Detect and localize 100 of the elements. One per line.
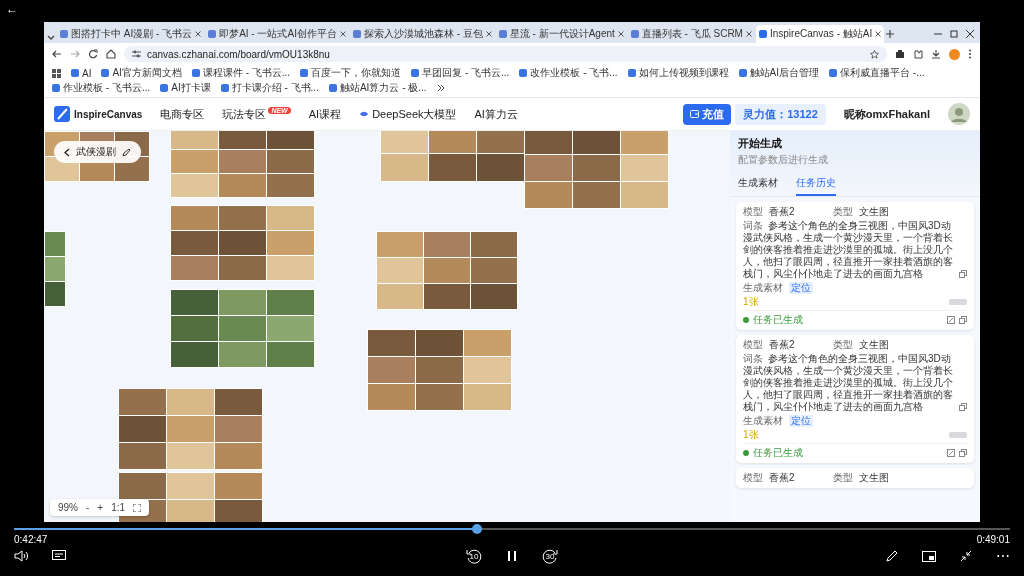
rewind-button[interactable]: 10 — [465, 547, 483, 565]
minimize-icon[interactable] — [934, 30, 942, 38]
download-icon[interactable] — [931, 49, 941, 59]
browser-tab[interactable]: 星流 - 新一代设计Agent — [495, 25, 627, 43]
photo-placeholder — [219, 290, 266, 315]
copy-icon[interactable] — [959, 316, 967, 324]
edit-icon[interactable] — [947, 449, 955, 457]
panel-title: 开始生成 — [738, 136, 783, 151]
bookmark[interactable]: 如何上传视频到课程 — [627, 66, 729, 80]
close-icon[interactable] — [875, 31, 882, 37]
bookmark[interactable]: 作业模板 - 飞书云... — [52, 81, 151, 95]
close-icon[interactable] — [745, 31, 752, 37]
bookmark[interactable]: 百度一下，你就知道 — [300, 66, 402, 80]
bookmark[interactable]: AI打卡课 — [160, 81, 211, 95]
bookmark[interactable]: 触站AI后台管理 — [738, 66, 820, 80]
bookmark[interactable]: 保利威直播平台 -... — [829, 66, 925, 80]
photo-placeholder — [167, 389, 214, 415]
chevron-icon[interactable] — [436, 84, 445, 92]
close-icon[interactable] — [485, 31, 492, 37]
home-icon[interactable] — [106, 49, 116, 59]
photo-placeholder — [267, 174, 314, 197]
browser-tab[interactable]: 图搭打卡中 AI漫剧 - 飞书云 — [57, 25, 205, 43]
forward-button[interactable]: 30 — [541, 547, 559, 565]
photo-placeholder — [267, 290, 314, 315]
browser-tab[interactable]: 直播列表 - 飞瓜 SCRM — [627, 25, 755, 43]
captions-icon[interactable] — [52, 550, 66, 562]
photo-placeholder — [215, 389, 262, 415]
nav-link[interactable]: AI课程 — [308, 106, 342, 122]
browser-tab[interactable]: InspireCanvas - 触站AI — [755, 25, 885, 43]
volume-icon[interactable] — [14, 550, 28, 562]
browser-tab[interactable]: 即梦AI - 一站式AI创作平台 — [205, 25, 349, 43]
bookmark[interactable]: AI官方新闻文档 — [101, 66, 182, 80]
field-label: 模型 — [743, 206, 763, 218]
nav-link[interactable]: DeepSeek大模型 — [359, 106, 457, 122]
photo-placeholder — [267, 231, 314, 255]
puzzle-icon[interactable] — [913, 49, 923, 59]
copy-icon[interactable] — [959, 270, 967, 278]
copy-icon[interactable] — [959, 449, 967, 457]
photo-placeholder — [45, 282, 65, 306]
close-icon[interactable] — [966, 30, 974, 38]
bookmark[interactable]: 课程课件 - 飞书云... — [191, 66, 291, 80]
photo-placeholder — [219, 342, 266, 367]
tune-icon — [132, 50, 141, 58]
forward-arrow-icon — [541, 547, 559, 565]
panel-tab[interactable]: 生成素材 — [738, 173, 778, 196]
status-dot — [743, 450, 749, 456]
bookmark[interactable]: 打卡课介绍 - 飞书... — [220, 81, 319, 95]
bookmark[interactable]: 改作业模板 - 飞书... — [519, 66, 618, 80]
photo-placeholder — [429, 131, 476, 153]
photo-placeholder — [219, 231, 266, 255]
fullscreen-icon[interactable] — [133, 503, 142, 512]
shrink-icon[interactable] — [960, 550, 972, 562]
pause-icon[interactable] — [507, 550, 517, 562]
close-icon[interactable] — [339, 31, 346, 37]
recharge-button[interactable]: 充值 — [683, 103, 732, 125]
back-icon[interactable] — [52, 49, 62, 59]
more-button[interactable]: ⋯ — [996, 548, 1010, 564]
photo-placeholder — [464, 330, 511, 356]
edit-icon — [122, 147, 131, 157]
maximize-icon[interactable] — [950, 30, 958, 38]
pen-icon[interactable] — [886, 550, 898, 562]
board-title-button[interactable]: 武侠漫剧 — [54, 141, 141, 163]
nav-link[interactable]: AI算力云 — [474, 106, 518, 122]
progress-thumb[interactable] — [472, 524, 483, 534]
menu-icon[interactable] — [968, 49, 972, 59]
extension-icon[interactable] — [895, 49, 905, 59]
nav-link[interactable]: 电商专区 — [160, 106, 205, 122]
browser-tab[interactable]: 探索入沙漠城池森林 - 豆包 — [349, 25, 495, 43]
back-button[interactable]: ← — [6, 2, 18, 16]
wallet-icon — [690, 110, 700, 118]
close-icon[interactable] — [617, 31, 624, 37]
photo-placeholder — [381, 154, 428, 181]
photo-placeholder — [471, 258, 517, 283]
bookmark[interactable]: AI — [71, 67, 92, 79]
picture-in-picture-icon[interactable] — [922, 550, 936, 562]
close-icon[interactable] — [195, 31, 202, 37]
photo-placeholder — [267, 256, 314, 280]
photo-placeholder — [573, 155, 620, 181]
apps-icon[interactable] — [52, 68, 61, 78]
edit-icon[interactable] — [947, 316, 955, 324]
panel-tab[interactable]: 任务历史 — [796, 173, 836, 196]
zoom-out-button[interactable]: - — [86, 502, 90, 513]
bookmark[interactable]: 早团回复 - 飞书云... — [411, 66, 510, 80]
photo-placeholder — [471, 284, 517, 309]
avatar-icon[interactable] — [948, 103, 970, 125]
locate-link[interactable]: 定位 — [789, 282, 813, 294]
model-value: 香蕉2 — [769, 206, 795, 218]
star-icon[interactable] — [870, 49, 879, 59]
fit-button[interactable]: 1:1 — [111, 502, 126, 513]
bookmark[interactable]: 触站AI算力云 - 极... — [328, 81, 427, 95]
zoom-in-button[interactable]: + — [97, 502, 104, 513]
whale-icon — [359, 110, 370, 118]
address-bar[interactable]: canvas.czhanai.com/board/vmOU13k8nu — [124, 46, 887, 62]
locate-link[interactable]: 定位 — [789, 415, 813, 427]
nav-link[interactable]: 玩法专区 — [222, 106, 267, 122]
photo-placeholder — [525, 131, 572, 154]
field-label: 类型 — [832, 206, 853, 218]
reload-icon[interactable] — [88, 49, 98, 59]
photo-placeholder — [167, 416, 214, 442]
copy-icon[interactable] — [959, 403, 967, 411]
